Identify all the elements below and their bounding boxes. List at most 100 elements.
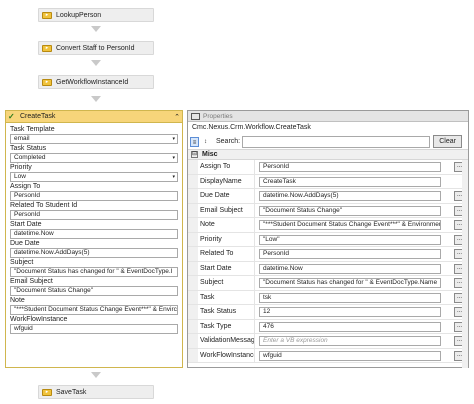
property-value-input[interactable]: "Document Status Change" (259, 205, 441, 216)
properties-titlebar: Properties (188, 111, 468, 122)
category-misc[interactable]: ⊟ Misc (188, 149, 468, 160)
alphabetical-sort-icon[interactable]: ↕ (201, 137, 210, 147)
activity-label: LookupPerson (56, 11, 102, 19)
activity-savetask[interactable]: ▸ SaveTask (38, 385, 154, 399)
property-value-input[interactable]: CreateTask (259, 176, 441, 187)
properties-toolbar: ≡ ↕ Search: Clear (188, 134, 468, 149)
search-input[interactable] (242, 135, 431, 148)
property-value-cell: "Document Status Change"... (255, 204, 468, 218)
property-value-cell: "Document Status has changed for " & Eve… (255, 276, 468, 290)
property-row: Task Type 476... (188, 319, 468, 334)
row-gutter (188, 247, 198, 261)
property-value-cell: Enter a VB expression... (255, 334, 468, 348)
property-value-input[interactable]: PersonId (259, 162, 441, 172)
property-name: Task Status (198, 305, 255, 319)
row-gutter (188, 261, 198, 275)
activity-convert-staff[interactable]: ▸ Convert Staff to PersonId (38, 41, 154, 55)
field-input[interactable]: "Document Status Change" (10, 286, 178, 296)
row-gutter (188, 203, 198, 217)
field-label: Due Date (10, 240, 40, 247)
property-value-cell: PersonId... (255, 247, 468, 261)
property-value-input[interactable]: 476 (259, 321, 441, 332)
property-name: Assign To (198, 160, 255, 174)
property-value-input[interactable]: "***Student Document Status Change Event… (259, 220, 441, 230)
property-row: DisplayName CreateTask (188, 174, 468, 189)
property-value-input[interactable]: Enter a VB expression (259, 336, 441, 346)
row-gutter (188, 290, 198, 304)
dropdown-arrow-icon[interactable]: ▾ (172, 135, 175, 143)
property-rows: Assign To PersonId... DisplayName CreateTas… (188, 160, 468, 363)
field-value: wfguid (14, 325, 33, 332)
property-value-cell: datetime.Now... (255, 262, 468, 276)
properties-type-name: Cmc.Nexus.Crm.Workflow.CreateTask (192, 124, 311, 131)
activity-lookupperson[interactable]: ▸ LookupPerson (38, 8, 154, 22)
field-value: Low (14, 173, 26, 180)
dropdown-arrow-icon[interactable]: ▾ (172, 173, 175, 181)
field-select[interactable]: Completed ▾ (10, 153, 178, 163)
properties-window-title: Properties (203, 112, 233, 120)
createtask-activity[interactable]: ✓ CreateTask ⌃ Task Template email ▾ Task S… (5, 110, 183, 368)
property-name: Task (198, 290, 255, 304)
field-label: Priority (10, 164, 32, 171)
field-label: Assign To (10, 183, 41, 190)
field-value: datetime.Now.AddDays(5) (14, 249, 90, 256)
field-label: Start Date (10, 221, 42, 228)
flow-arrow-icon (91, 26, 101, 32)
field-input[interactable]: PersonId (10, 210, 178, 220)
property-row: Start Date datetime.Now... (188, 261, 468, 276)
property-value-cell: 12... (255, 305, 468, 319)
category-collapse-icon[interactable]: ⊟ (191, 151, 198, 158)
property-value-input[interactable]: wfguid (259, 350, 441, 361)
row-gutter (188, 160, 198, 174)
checkmark-icon: ✓ (8, 111, 15, 121)
property-value-input[interactable]: datetime.Now (259, 263, 441, 274)
flow-arrow-icon (91, 96, 101, 102)
field-input[interactable]: wfguid (10, 324, 178, 334)
property-name: Related To (198, 247, 255, 261)
property-row: Related To PersonId... (188, 247, 468, 262)
property-row: Task tsk... (188, 290, 468, 305)
property-name: Due Date (198, 189, 255, 203)
property-value-input[interactable]: "Document Status has changed for " & Eve… (259, 278, 441, 288)
createtask-header[interactable]: ✓ CreateTask ⌃ (6, 111, 182, 123)
createtask-fields: Task Template email ▾ Task Status Completed ▾… (6, 123, 182, 334)
dropdown-arrow-icon[interactable]: ▾ (172, 154, 175, 162)
row-gutter (188, 174, 198, 188)
row-gutter (188, 319, 198, 333)
properties-grid-icon (191, 112, 200, 120)
categorized-sort-icon[interactable]: ≡ (190, 136, 199, 147)
field-value: Completed (14, 154, 46, 161)
field-value: "***Student Document Status Change Event… (14, 306, 177, 313)
field-value: datetime.Now (14, 230, 54, 237)
field-input[interactable]: "Document Status has changed for " & Eve… (10, 267, 178, 277)
field-select[interactable]: Low ▾ (10, 172, 178, 182)
property-value-input[interactable]: "Low" (259, 234, 441, 245)
field-select[interactable]: email ▾ (10, 134, 178, 144)
property-value-input[interactable]: PersonId (259, 249, 441, 259)
clear-button[interactable]: Clear (433, 135, 463, 148)
field-label: Task Status (10, 145, 47, 152)
property-value-cell: wfguid... (255, 349, 468, 363)
activity-label: SaveTask (56, 388, 87, 396)
field-input[interactable]: datetime.Now.AddDays(5) (10, 248, 178, 258)
field-input[interactable]: datetime.Now (10, 229, 178, 239)
field-input[interactable]: PersonId (10, 191, 178, 201)
property-value-cell: datetime.Now.AddDays(5)... (255, 189, 468, 203)
collapse-chevron-icon[interactable]: ⌃ (172, 113, 182, 121)
activity-getworkflowinstanceid[interactable]: ▸ GetWorkflowInstanceId (38, 75, 154, 89)
property-value-cell: tsk... (255, 291, 468, 305)
property-value-input[interactable]: datetime.Now.AddDays(5) (259, 191, 441, 201)
field-input[interactable]: "***Student Document Status Change Event… (10, 305, 178, 315)
property-value-input[interactable]: 12 (259, 307, 441, 317)
property-value-cell: 476... (255, 320, 468, 334)
field-label: Note (10, 297, 25, 304)
row-gutter (188, 218, 198, 232)
scrollbar[interactable] (462, 160, 468, 368)
field-value: "Document Status has changed for " & Eve… (14, 268, 173, 275)
field-value: "Document Status Change" (14, 287, 94, 294)
property-name: Email Subject (198, 203, 255, 217)
property-value-input[interactable]: tsk (259, 292, 441, 303)
properties-panel: Properties Cmc.Nexus.Crm.Workflow.Create… (187, 110, 469, 368)
field-value: PersonId (14, 192, 41, 199)
property-value-cell: PersonId... (255, 160, 468, 174)
